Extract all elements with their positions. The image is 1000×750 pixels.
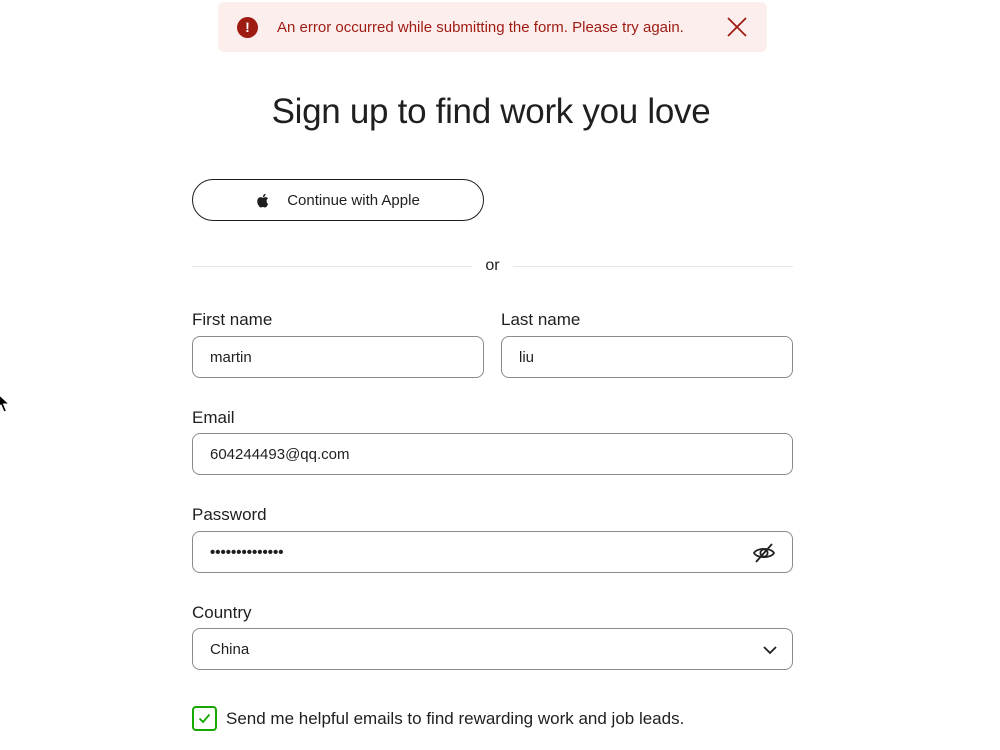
signup-page: ! An error occurred while submitting the… (0, 0, 1000, 750)
country-select[interactable]: China (192, 628, 793, 670)
apple-icon (257, 193, 269, 207)
close-icon[interactable] (726, 16, 748, 38)
email-input[interactable]: 604244493@qq.com (192, 433, 793, 475)
error-banner: ! An error occurred while submitting the… (218, 2, 767, 52)
error-message: An error occurred while submitting the f… (277, 18, 684, 36)
checkmark-icon (198, 713, 211, 724)
last-name-input[interactable]: liu (501, 336, 793, 378)
first-name-value: martin (210, 348, 252, 366)
first-name-input[interactable]: martin (192, 336, 484, 378)
password-value: •••••••••••••• (210, 543, 284, 561)
first-name-label: First name (192, 310, 273, 329)
continue-with-apple-button[interactable]: Continue with Apple (192, 179, 484, 221)
divider-line-right (513, 266, 793, 267)
marketing-opt-in-label: Send me helpful emails to find rewarding… (226, 709, 685, 728)
country-value: China (210, 640, 250, 658)
divider-or: or (485, 257, 500, 274)
chevron-down-icon (763, 646, 777, 655)
password-input[interactable]: •••••••••••••• (192, 531, 793, 573)
mouse-cursor-icon (0, 395, 10, 413)
last-name-label: Last name (501, 310, 581, 329)
email-label: Email (192, 408, 235, 427)
marketing-opt-in-checkbox[interactable] (192, 706, 217, 731)
continue-with-apple-label: Continue with Apple (287, 191, 420, 209)
country-label: Country (192, 603, 252, 622)
email-value: 604244493@qq.com (210, 445, 350, 463)
divider-line-left (192, 266, 472, 267)
error-icon: ! (237, 16, 258, 38)
page-title: Sign up to find work you love (271, 92, 711, 131)
eye-slash-icon[interactable] (752, 541, 776, 565)
last-name-value: liu (519, 348, 535, 366)
password-label: Password (192, 505, 267, 524)
